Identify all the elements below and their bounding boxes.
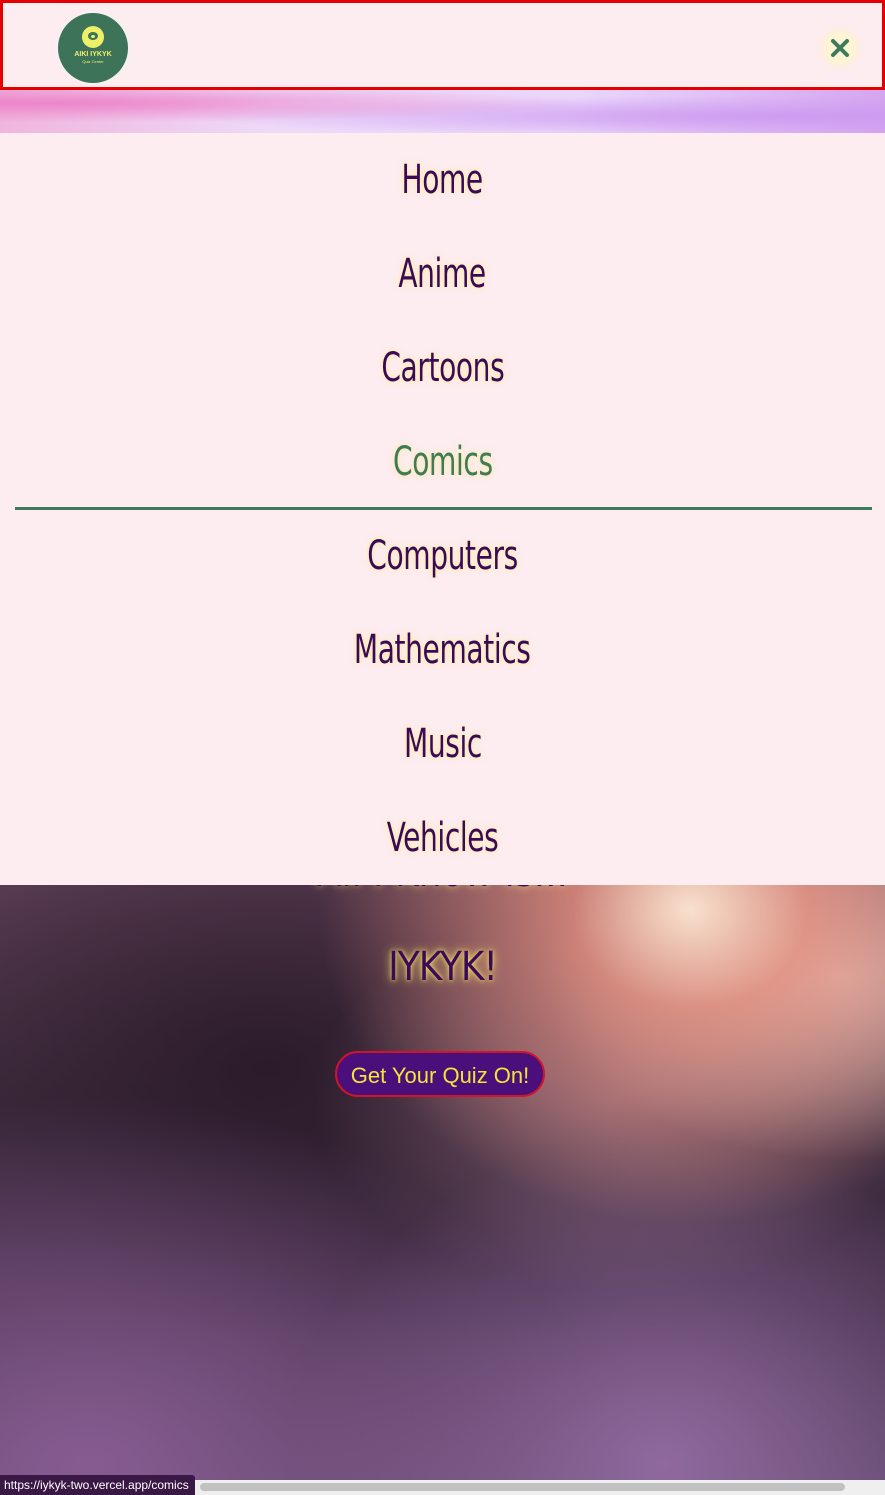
nav-item-mathematics[interactable]: Mathematics <box>0 603 885 697</box>
status-bar-url: https://iykyk-two.vercel.app/comics <box>0 1475 195 1495</box>
nav-menu: Home Anime Cartoons Comics Computers Mat… <box>0 133 885 885</box>
hero-title: IYKYK! <box>388 944 498 990</box>
site-header: AIKI IYKYK Quiz Center <box>0 0 885 90</box>
site-logo[interactable]: AIKI IYKYK Quiz Center <box>58 13 128 83</box>
nav-item-label: Comics <box>392 439 493 485</box>
nav-item-label: Vehicles <box>386 815 499 861</box>
nav-item-label: Music <box>403 721 482 767</box>
nav-item-cartoons[interactable]: Cartoons <box>0 321 885 415</box>
nav-item-anime[interactable]: Anime <box>0 227 885 321</box>
nav-item-label: Mathematics <box>354 627 531 673</box>
nav-item-label: Home <box>401 157 484 203</box>
nav-item-music[interactable]: Music <box>0 697 885 791</box>
nav-item-computers[interactable]: Computers <box>0 509 885 603</box>
nav-item-comics[interactable]: Comics <box>0 415 885 509</box>
nav-item-label: Cartoons <box>381 345 504 391</box>
nav-item-label: Anime <box>398 251 487 297</box>
background-gradient-strip <box>0 90 885 134</box>
nav-item-home[interactable]: Home <box>0 133 885 227</box>
logo-face-icon <box>82 26 104 48</box>
horizontal-scrollbar-thumb[interactable] <box>200 1483 845 1491</box>
close-x-icon <box>831 39 849 57</box>
logo-subtext: Quiz Center <box>82 59 104 64</box>
nav-item-vehicles[interactable]: Vehicles <box>0 791 885 885</box>
logo-text: AIKI IYKYK <box>74 51 112 58</box>
get-quiz-button[interactable]: Get Your Quiz On! <box>335 1051 545 1097</box>
nav-item-label: Computers <box>367 533 518 579</box>
close-menu-button[interactable] <box>823 31 857 65</box>
